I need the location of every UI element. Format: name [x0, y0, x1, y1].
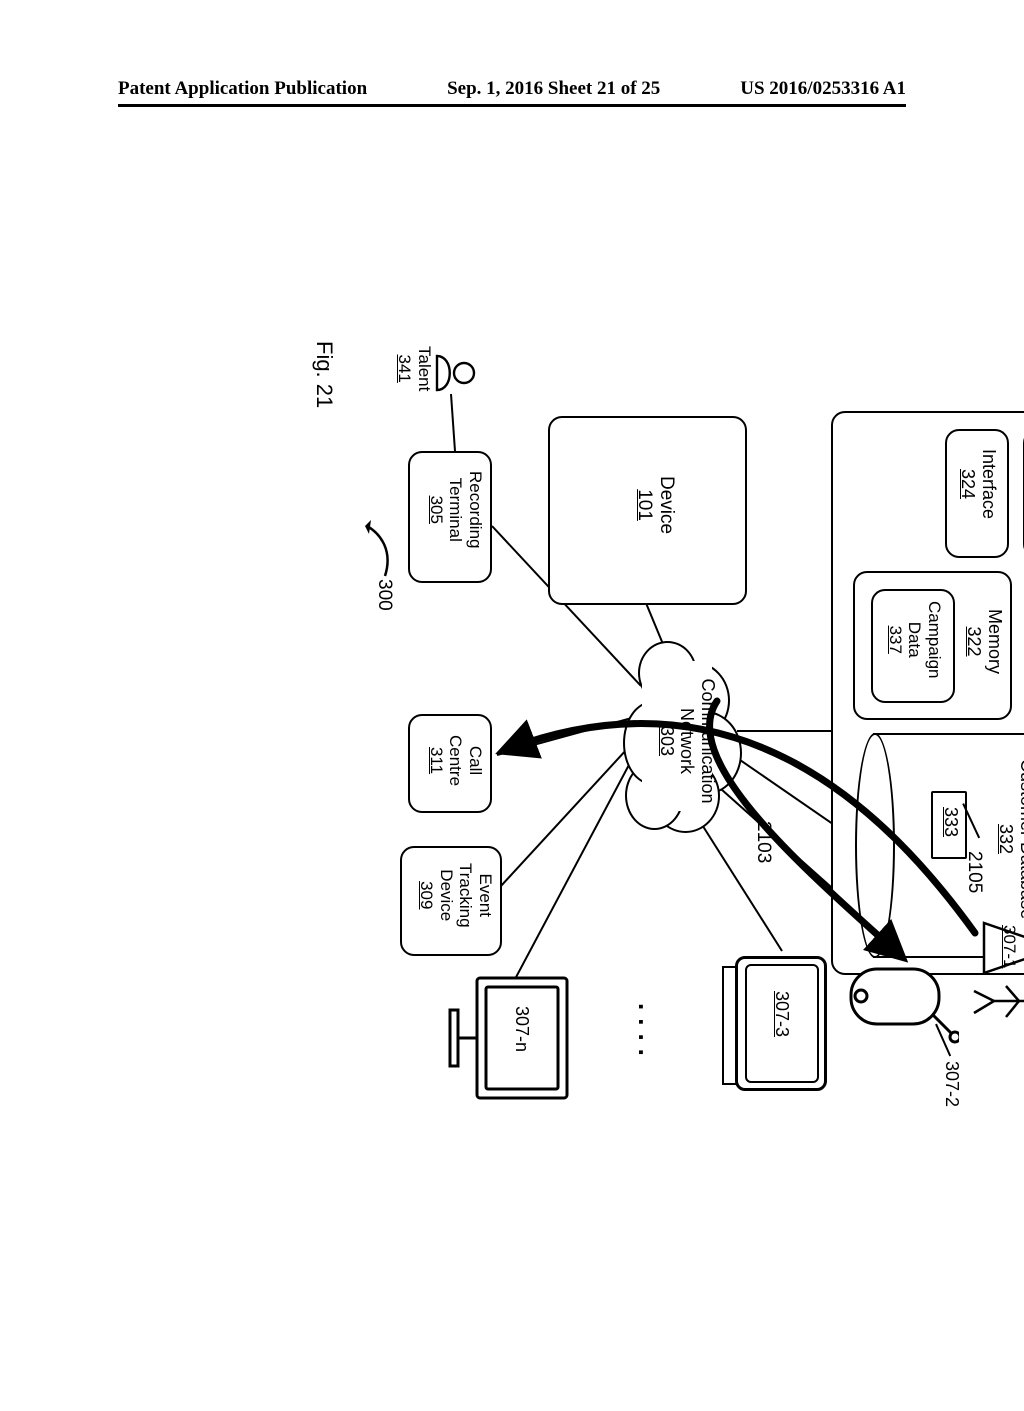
page-root: Patent Application Publication Sep. 1, 2… — [0, 0, 1024, 1320]
figure-21: Communication Network 303 Device 301 Pro… — [0, 321, 1024, 1109]
hdr-rule — [118, 104, 906, 107]
thick-arrows — [269, 321, 1024, 1411]
page-header: Patent Application Publication Sep. 1, 2… — [118, 78, 906, 100]
arrow-2105-label: 2105 — [963, 851, 985, 893]
hdr-right: US 2016/0253316 A1 — [740, 78, 906, 100]
figure-label: Fig. 21 — [312, 341, 337, 408]
system-ref-label: 300 — [373, 579, 395, 611]
hdr-left: Patent Application Publication — [118, 78, 367, 100]
arrow-2103-label: 2103 — [752, 821, 774, 863]
hdr-center: Sep. 1, 2016 Sheet 21 of 25 — [447, 78, 660, 100]
